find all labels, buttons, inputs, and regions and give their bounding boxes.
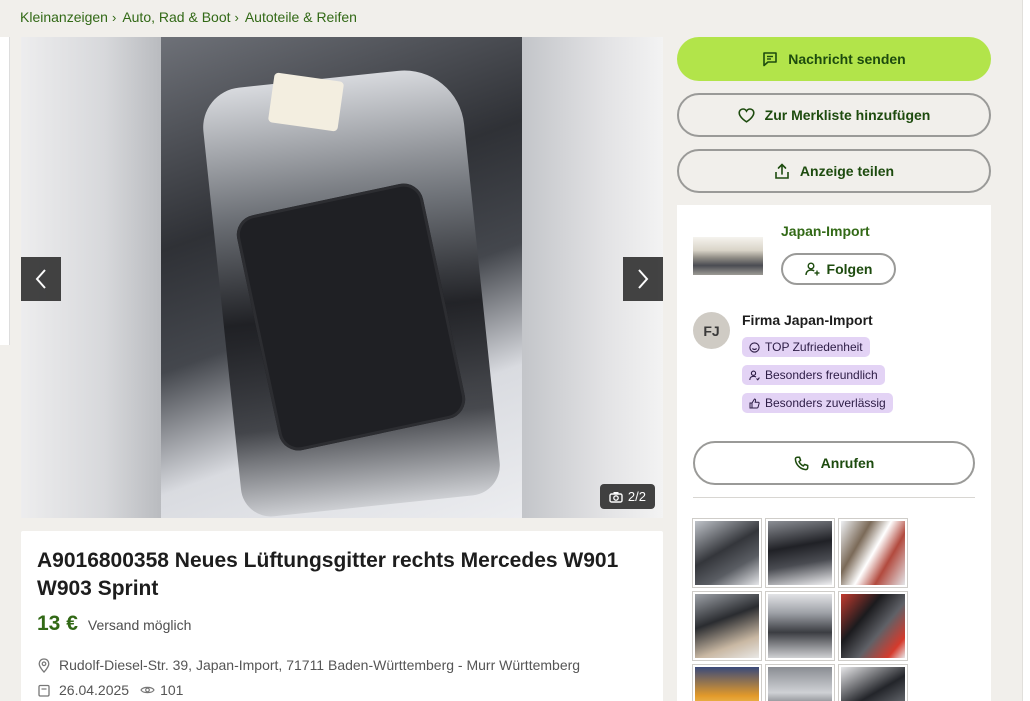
- gallery-next-button[interactable]: [623, 257, 663, 301]
- listing-thumbnail[interactable]: [765, 518, 835, 588]
- calendar-icon: [38, 684, 50, 697]
- seller-name[interactable]: Firma Japan-Import: [742, 312, 873, 328]
- photo-label: [267, 72, 345, 132]
- badge-top-satisfaction: TOP Zufriedenheit: [742, 337, 870, 357]
- location-row: Rudolf-Diesel-Str. 39, Japan-Import, 717…: [38, 657, 580, 673]
- call-label[interactable]: Anrufen: [821, 455, 875, 471]
- badge-label: TOP Zufriedenheit: [765, 340, 863, 354]
- breadcrumb-item-auto-rad-boot[interactable]: Auto, Rad & Boot ›: [122, 9, 239, 25]
- thumbs-up-icon: [749, 397, 760, 408]
- listing-thumbnail[interactable]: [838, 518, 908, 588]
- listing-thumbnail[interactable]: [838, 664, 908, 701]
- share-listing-label[interactable]: Anzeige teilen: [800, 163, 894, 179]
- gallery-prev-button[interactable]: [21, 257, 61, 301]
- chevron-right-icon: ›: [234, 9, 239, 25]
- left-panel-edge: [0, 37, 10, 345]
- follow-user-icon: [804, 262, 820, 276]
- listing-date: 26.04.2025: [59, 682, 130, 698]
- view-count-value: 101: [160, 682, 184, 698]
- breadcrumb-label[interactable]: Autoteile & Reifen: [245, 9, 357, 25]
- listing-thumbnail[interactable]: [692, 518, 762, 588]
- listing-thumbnail[interactable]: [765, 591, 835, 661]
- shop-name-link[interactable]: Japan-Import: [781, 223, 870, 239]
- shop-image[interactable]: [693, 237, 763, 275]
- listing-thumbnail[interactable]: [692, 591, 762, 661]
- breadcrumb-label[interactable]: Kleinanzeigen: [20, 9, 108, 25]
- phone-icon: [794, 455, 809, 470]
- chevron-right-icon: [638, 269, 649, 289]
- listing-price: 13 €: [37, 612, 78, 635]
- send-message-label[interactable]: Nachricht senden: [788, 51, 905, 67]
- breadcrumb-item-kleinanzeigen[interactable]: Kleinanzeigen ›: [20, 9, 116, 25]
- eye-icon: [140, 686, 155, 694]
- right-panel-edge: [1022, 0, 1030, 701]
- listing-title: A9016800358 Neues Lüftungsgitter rechts …: [37, 549, 619, 600]
- follow-button[interactable]: Folgen: [781, 253, 896, 285]
- listing-thumbnail[interactable]: [765, 664, 835, 701]
- follow-label[interactable]: Folgen: [827, 261, 873, 277]
- listing-thumbnail[interactable]: [692, 664, 762, 701]
- add-to-watchlist-label[interactable]: Zur Merkliste hinzufügen: [765, 107, 931, 123]
- listing-photo[interactable]: [161, 37, 522, 518]
- listing-thumbnail[interactable]: [838, 591, 908, 661]
- meta-row: 26.04.2025 101: [38, 682, 183, 698]
- breadcrumb-label[interactable]: Auto, Rad & Boot: [122, 9, 230, 25]
- divider: [693, 497, 975, 498]
- badge-label: Besonders freundlich: [765, 368, 878, 382]
- view-count: 101: [140, 682, 183, 698]
- breadcrumb-item-autoteile-reifen[interactable]: Autoteile & Reifen: [245, 9, 357, 25]
- image-counter-text: 2/2: [627, 489, 646, 504]
- chevron-right-icon: ›: [111, 9, 117, 25]
- share-icon: [775, 162, 789, 179]
- camera-icon: [609, 491, 623, 503]
- heart-icon: [738, 107, 755, 123]
- image-gallery[interactable]: 2/2: [21, 37, 663, 518]
- smiley-icon: [749, 341, 760, 353]
- location-pin-icon: [38, 657, 50, 673]
- message-icon: [763, 52, 778, 67]
- add-to-watchlist-button[interactable]: Zur Merkliste hinzufügen: [677, 93, 991, 137]
- listing-details: A9016800358 Neues Lüftungsgitter rechts …: [21, 531, 663, 701]
- badge-reliable: Besonders zuverlässig: [742, 393, 893, 413]
- handshake-user-icon: [749, 370, 760, 381]
- send-message-button[interactable]: Nachricht senden: [677, 37, 991, 81]
- breadcrumb: Kleinanzeigen › Auto, Rad & Boot › Autot…: [20, 9, 357, 25]
- badge-friendly: Besonders freundlich: [742, 365, 885, 385]
- listing-location: Rudolf-Diesel-Str. 39, Japan-Import, 717…: [59, 657, 581, 673]
- share-listing-button[interactable]: Anzeige teilen: [677, 149, 991, 193]
- badge-label: Besonders zuverlässig: [765, 396, 886, 410]
- seller-other-listings: [692, 518, 908, 701]
- shipping-info: Versand möglich: [87, 617, 192, 633]
- call-button[interactable]: Anrufen: [693, 441, 975, 485]
- chevron-left-icon: [35, 269, 46, 289]
- image-counter: 2/2: [599, 484, 655, 509]
- avatar[interactable]: FJ: [693, 312, 730, 349]
- seller-card: Japan-Import Folgen FJ Firma Japan-Impor…: [677, 205, 991, 701]
- price-row: 13 € Versand möglich: [37, 612, 191, 636]
